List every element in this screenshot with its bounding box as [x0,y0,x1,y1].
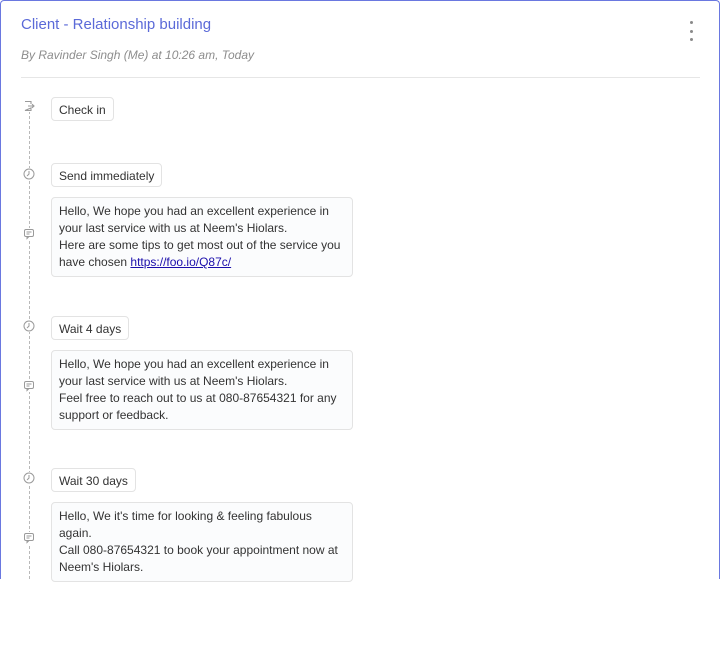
timeline-line [29,111,30,579]
message-line: Hello, We hope you had an excellent expe… [59,204,329,235]
campaign-byline: By Ravinder Singh (Me) at 10:26 am, Toda… [21,48,255,62]
delay-pill[interactable]: Wait 4 days [51,316,130,340]
message-line: Hello, We hope you had an excellent expe… [59,357,329,388]
clock-icon [23,168,35,180]
chat-icon [23,532,35,544]
message-line: Call 080-87654321 to book your appointme… [59,543,338,574]
message-line: Hello, We it's time for looking & feelin… [59,509,312,540]
campaign-title[interactable]: Client - Relationship building [21,16,211,33]
clock-icon [23,320,35,332]
check-in-pill[interactable]: Check in [51,97,114,121]
chat-icon [23,228,35,240]
message-link[interactable]: https://foo.io/Q87c/ [130,255,231,269]
message-box[interactable]: Hello, We hope you had an excellent expe… [51,197,353,277]
kebab-menu-icon[interactable] [684,21,698,41]
clock-icon [23,472,35,484]
divider [21,77,700,78]
check-in-icon [23,100,35,112]
chat-icon [23,380,35,392]
message-box[interactable]: Hello, We hope you had an excellent expe… [51,350,353,430]
delay-pill[interactable]: Wait 30 days [51,468,136,492]
message-box[interactable]: Hello, We it's time for looking & feelin… [51,502,353,582]
campaign-card: Client - Relationship building By Ravind… [0,0,720,582]
message-line: Here are some tips to get most out of th… [59,238,341,269]
delay-pill[interactable]: Send immediately [51,163,163,187]
message-line: Feel free to reach out to us at 080-8765… [59,391,337,422]
